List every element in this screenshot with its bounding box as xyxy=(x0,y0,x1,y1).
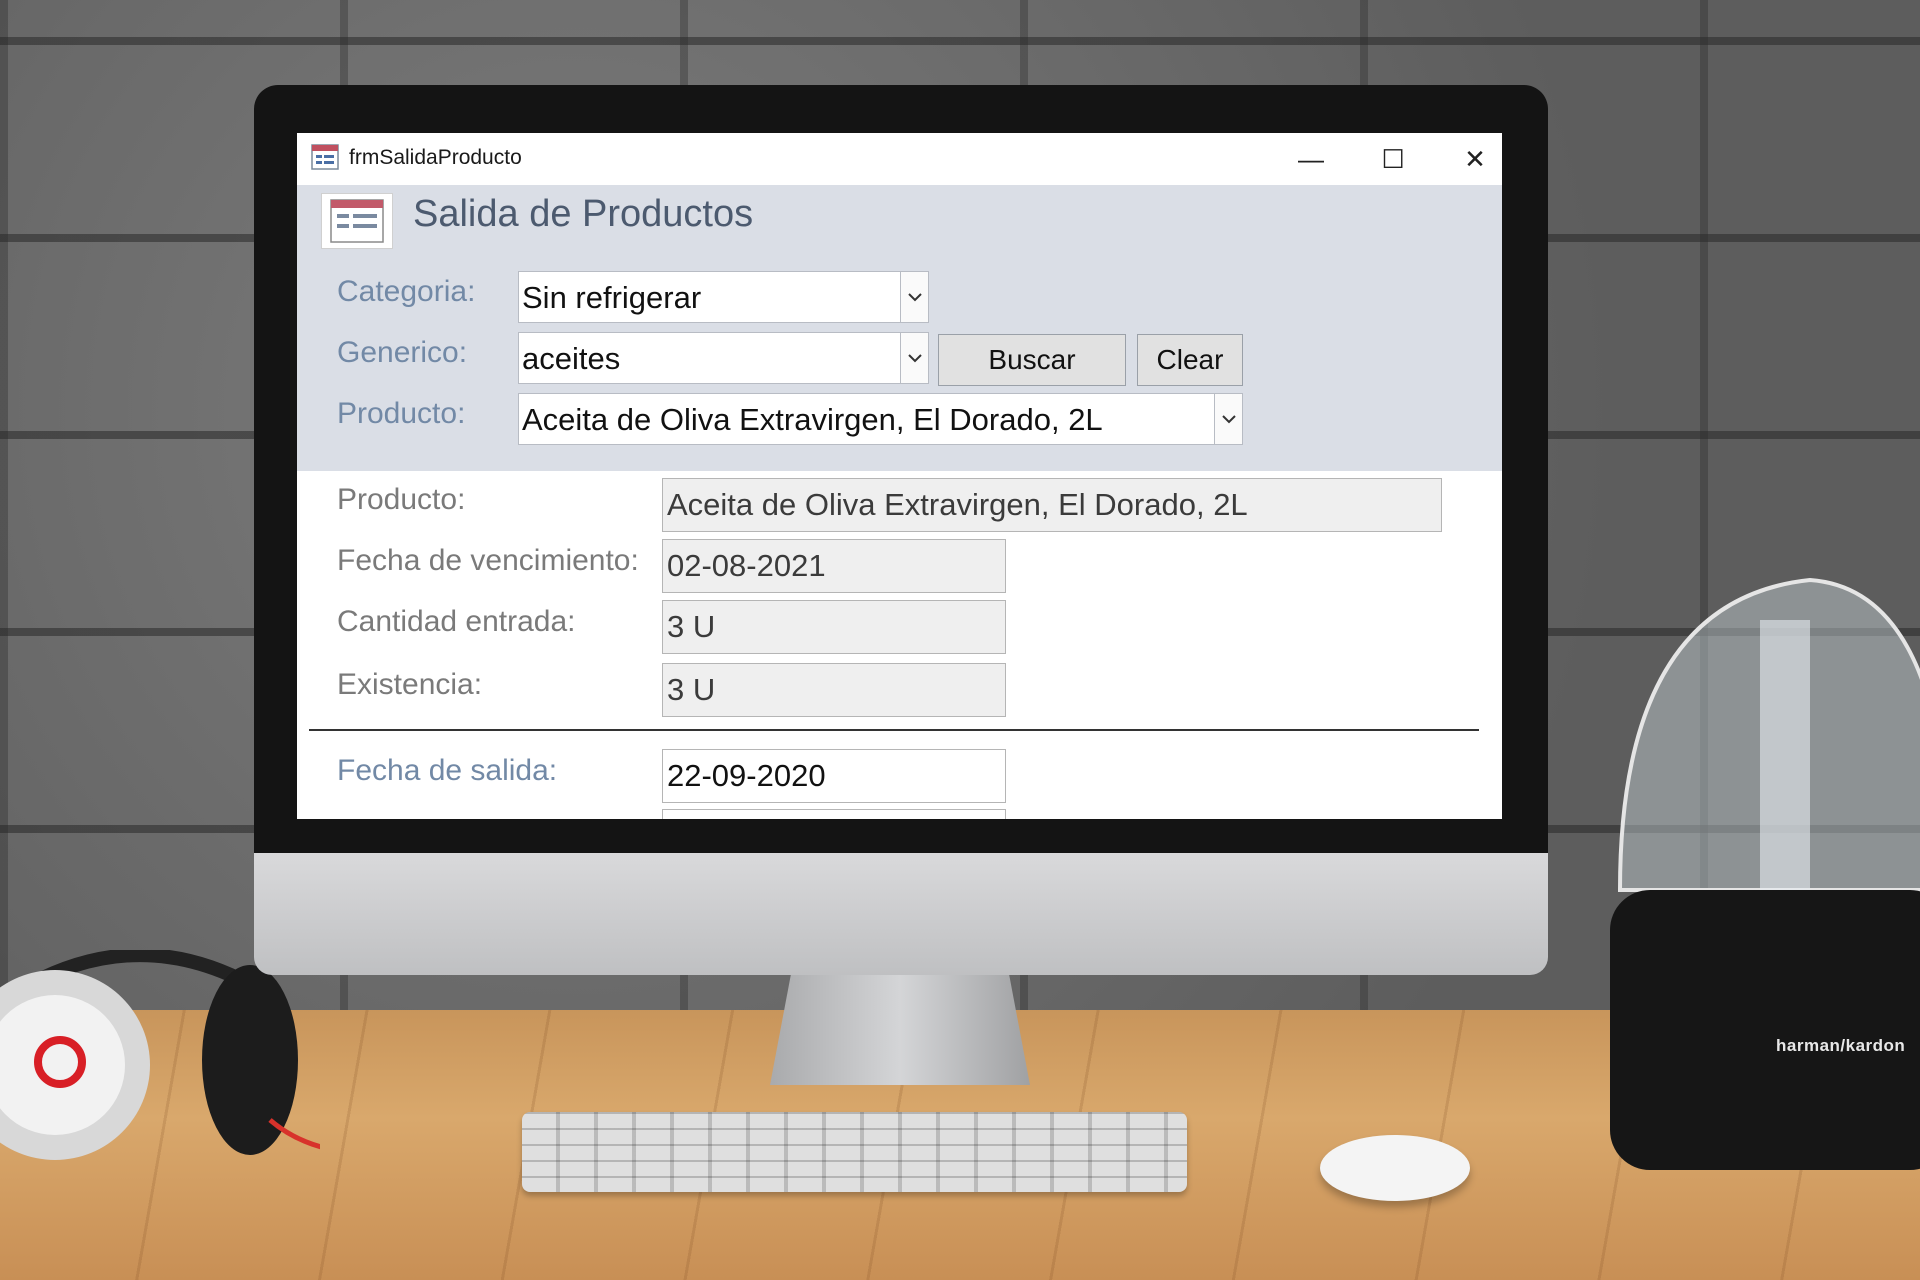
generico-combobox[interactable]: aceites xyxy=(518,332,929,384)
fecha-salida-value: 22-09-2020 xyxy=(667,758,826,793)
clear-button[interactable]: Clear xyxy=(1137,334,1243,386)
chevron-down-icon[interactable] xyxy=(900,272,928,322)
producto-combobox[interactable]: Aceita de Oliva Extravirgen, El Dorado, … xyxy=(518,393,1243,445)
window-title: frmSalidaProducto xyxy=(349,146,522,169)
chevron-down-icon[interactable] xyxy=(900,333,928,383)
cantidad-entrada-value: 3 U xyxy=(667,609,716,644)
producto-detail-value: Aceita de Oliva Extravirgen, El Dorado, … xyxy=(667,487,1248,522)
fecha-salida-input[interactable]: 22-09-2020 xyxy=(662,749,1006,803)
producto-detail-label: Producto: xyxy=(337,483,466,516)
access-form-window: frmSalidaProducto — ☐ ✕ Salida de Produc… xyxy=(297,133,1502,819)
form-title: Salida de Productos xyxy=(413,193,754,235)
cantidad-entrada-label: Cantidad entrada: xyxy=(337,605,576,638)
categoria-value: Sin refrigerar xyxy=(522,280,702,315)
speaker xyxy=(1610,577,1920,1170)
apple-logo-icon xyxy=(872,876,928,940)
monitor-stand xyxy=(770,975,1030,1085)
categoria-combobox[interactable]: Sin refrigerar xyxy=(518,271,929,323)
form-window-icon xyxy=(311,144,339,170)
vencimiento-field: 02-08-2021 xyxy=(662,539,1006,593)
producto-detail-field: Aceita de Oliva Extravirgen, El Dorado, … xyxy=(662,478,1442,532)
mouse xyxy=(1320,1135,1470,1201)
maximize-button[interactable]: ☐ xyxy=(1357,137,1429,181)
generico-value: aceites xyxy=(522,341,621,376)
existencia-label: Existencia: xyxy=(337,668,483,701)
categoria-label: Categoria: xyxy=(337,275,476,308)
fecha-salida-label: Fecha de salida: xyxy=(337,754,558,787)
generico-label: Generico: xyxy=(337,336,468,369)
producto-filter-value: Aceita de Oliva Extravirgen, El Dorado, … xyxy=(522,402,1103,437)
existencia-value: 3 U xyxy=(667,672,716,707)
vencimiento-label: Fecha de vencimiento: xyxy=(337,544,639,577)
form-header: Salida de Productos Categoria: Sin refri… xyxy=(297,185,1502,471)
keyboard xyxy=(522,1112,1187,1192)
vencimiento-value: 02-08-2021 xyxy=(667,548,826,583)
buscar-button[interactable]: Buscar xyxy=(938,334,1126,386)
close-button[interactable]: ✕ xyxy=(1439,137,1502,181)
producto-filter-label: Producto: xyxy=(337,397,466,430)
form-layout-icon xyxy=(330,199,384,243)
headphones xyxy=(0,950,320,1160)
form-icon xyxy=(321,193,393,249)
existencia-field: 3 U xyxy=(662,663,1006,717)
next-field-input[interactable] xyxy=(662,809,1006,819)
cantidad-entrada-field: 3 U xyxy=(662,600,1006,654)
window-titlebar: frmSalidaProducto — ☐ ✕ xyxy=(297,133,1502,185)
minimize-button[interactable]: — xyxy=(1275,137,1347,181)
section-divider xyxy=(309,729,1479,731)
speaker-brand-label: harman/kardon xyxy=(1776,1036,1906,1055)
chevron-down-icon[interactable] xyxy=(1214,394,1242,444)
